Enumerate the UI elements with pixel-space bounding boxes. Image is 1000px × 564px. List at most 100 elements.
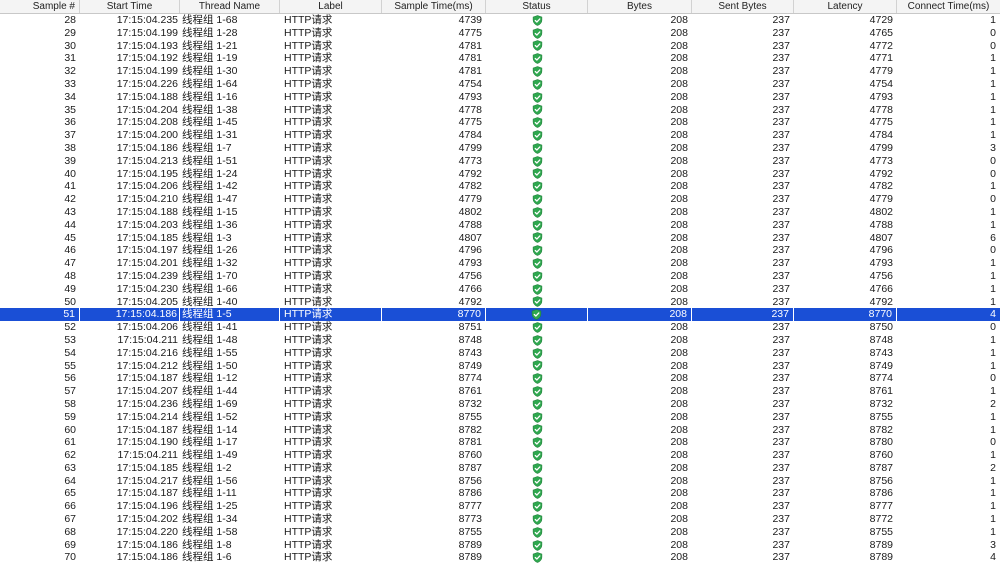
cell-thread-name: 线程组 1-26 — [182, 244, 238, 257]
table-row[interactable]: 32 17:15:04.199 线程组 1-30 HTTP请求 4781 208… — [0, 65, 1000, 78]
cell-sample-time: 4775 — [458, 116, 482, 129]
table-row[interactable]: 48 17:15:04.239 线程组 1-70 HTTP请求 4756 208… — [0, 270, 1000, 283]
cell-latency: 4773 — [869, 154, 893, 167]
table-row[interactable]: 47 17:15:04.201 线程组 1-32 HTTP请求 4793 208… — [0, 257, 1000, 270]
cell-sample-time: 8770 — [382, 308, 486, 322]
cell-sample-time: 8789 — [458, 551, 482, 564]
table-row[interactable]: 39 17:15:04.213 线程组 1-51 HTTP请求 4773 208… — [0, 155, 1000, 168]
success-shield-icon — [532, 27, 542, 39]
cell-connect-time: 1 — [990, 359, 996, 372]
table-row[interactable]: 60 17:15:04.187 线程组 1-14 HTTP请求 8782 208… — [0, 424, 1000, 437]
success-shield-icon — [532, 130, 542, 141]
table-row[interactable]: 46 17:15:04.197 线程组 1-26 HTTP请求 4796 208… — [0, 244, 1000, 257]
cell-label: HTTP请求 — [284, 461, 333, 474]
column-header-status[interactable]: Status — [486, 0, 588, 13]
cell-sample-time: 8749 — [458, 359, 482, 372]
cell-status — [486, 193, 588, 206]
table-row[interactable]: 30 17:15:04.193 线程组 1-21 HTTP请求 4781 208… — [0, 40, 1000, 53]
results-table[interactable]: Sample # Start Time Thread Name Label Sa… — [0, 0, 1000, 564]
cell-thread-name: 线程组 1-25 — [182, 500, 238, 513]
table-row[interactable]: 63 17:15:04.185 线程组 1-2 HTTP请求 8787 208 … — [0, 462, 1000, 475]
table-row[interactable]: 44 17:15:04.203 线程组 1-36 HTTP请求 4788 208… — [0, 219, 1000, 232]
column-header-bytes[interactable]: Bytes — [588, 0, 692, 13]
table-row[interactable]: 38 17:15:04.186 线程组 1-7 HTTP请求 4799 208 … — [0, 142, 1000, 155]
table-row[interactable]: 37 17:15:04.200 线程组 1-31 HTTP请求 4784 208… — [0, 129, 1000, 142]
cell-bytes: 208 — [670, 180, 688, 193]
cell-start-time: 17:15:04.201 — [116, 257, 178, 270]
table-row[interactable]: 69 17:15:04.186 线程组 1-8 HTTP请求 8789 208 … — [0, 539, 1000, 552]
cell-connect-time: 2 — [990, 461, 996, 474]
table-row[interactable]: 62 17:15:04.211 线程组 1-49 HTTP请求 8760 208… — [0, 449, 1000, 462]
column-header-latency[interactable]: Latency — [794, 0, 897, 13]
cell-thread-name: 线程组 1-36 — [182, 218, 238, 231]
column-header-sample-time[interactable]: Sample Time(ms) — [382, 0, 486, 13]
table-row[interactable]: 70 17:15:04.186 线程组 1-6 HTTP请求 8789 208 … — [0, 551, 1000, 564]
column-header-sample[interactable]: Sample # — [0, 0, 80, 13]
cell-latency: 8789 — [869, 551, 893, 564]
table-row[interactable]: 66 17:15:04.196 线程组 1-25 HTTP请求 8777 208… — [0, 500, 1000, 513]
column-header-label[interactable]: Label — [280, 0, 382, 13]
cell-label: HTTP请求 — [284, 397, 333, 410]
cell-label: HTTP请求 — [284, 487, 333, 500]
table-row[interactable]: 35 17:15:04.204 线程组 1-38 HTTP请求 4778 208… — [0, 104, 1000, 117]
table-row[interactable]: 68 17:15:04.220 线程组 1-58 HTTP请求 8755 208… — [0, 526, 1000, 539]
table-row[interactable]: 50 17:15:04.205 线程组 1-40 HTTP请求 4792 208… — [0, 296, 1000, 309]
table-row[interactable]: 31 17:15:04.192 线程组 1-19 HTTP请求 4781 208… — [0, 52, 1000, 65]
table-row-selected[interactable]: 51 17:15:04.186 线程组 1-5 HTTP请求 8770 208 … — [0, 308, 1000, 322]
table-row[interactable]: 34 17:15:04.188 线程组 1-16 HTTP请求 4793 208… — [0, 91, 1000, 104]
cell-label: HTTP请求 — [284, 436, 333, 449]
cell-sample-time: 8787 — [458, 461, 482, 474]
cell-sample: 50 — [64, 295, 76, 308]
table-row[interactable]: 59 17:15:04.214 线程组 1-52 HTTP请求 8755 208… — [0, 411, 1000, 424]
table-row[interactable]: 61 17:15:04.190 线程组 1-17 HTTP请求 8781 208… — [0, 436, 1000, 449]
cell-bytes: 208 — [670, 90, 688, 103]
column-header-connect-time[interactable]: Connect Time(ms) — [897, 0, 1000, 13]
cell-latency: 4775 — [869, 116, 893, 129]
cell-label: HTTP请求 — [284, 551, 333, 564]
cell-connect-time: 1 — [990, 103, 996, 116]
cell-label: HTTP请求 — [284, 295, 333, 308]
table-row[interactable]: 58 17:15:04.236 线程组 1-69 HTTP请求 8732 208… — [0, 398, 1000, 411]
cell-thread-name: 线程组 1-44 — [182, 385, 238, 398]
table-row[interactable]: 42 17:15:04.210 线程组 1-47 HTTP请求 4779 208… — [0, 193, 1000, 206]
table-row[interactable]: 64 17:15:04.217 线程组 1-56 HTTP请求 8756 208… — [0, 475, 1000, 488]
cell-label: HTTP请求 — [284, 77, 333, 90]
cell-sent-bytes: 237 — [772, 551, 790, 564]
cell-sample: 58 — [64, 397, 76, 410]
table-row[interactable]: 67 17:15:04.202 线程组 1-34 HTTP请求 8773 208… — [0, 513, 1000, 526]
table-row[interactable]: 57 17:15:04.207 线程组 1-44 HTTP请求 8761 208… — [0, 385, 1000, 398]
table-row[interactable]: 65 17:15:04.187 线程组 1-11 HTTP请求 8786 208… — [0, 487, 1000, 500]
cell-label: HTTP请求 — [284, 474, 333, 487]
column-header-start-time[interactable]: Start Time — [80, 0, 180, 13]
table-row[interactable]: 41 17:15:04.206 线程组 1-42 HTTP请求 4782 208… — [0, 180, 1000, 193]
table-row[interactable]: 49 17:15:04.230 线程组 1-66 HTTP请求 4766 208… — [0, 283, 1000, 296]
cell-label: HTTP请求 — [284, 423, 333, 436]
cell-latency: 4782 — [869, 180, 893, 193]
cell-latency: 4779 — [869, 193, 893, 206]
table-row[interactable]: 54 17:15:04.216 线程组 1-55 HTTP请求 8743 208… — [0, 347, 1000, 360]
table-row[interactable]: 28 17:15:04.235 线程组 1-68 HTTP请求 4739 208… — [0, 14, 1000, 27]
column-header-sent-bytes[interactable]: Sent Bytes — [692, 0, 794, 13]
cell-label: HTTP请求 — [284, 410, 333, 423]
table-row[interactable]: 55 17:15:04.212 线程组 1-50 HTTP请求 8749 208… — [0, 360, 1000, 373]
table-row[interactable]: 53 17:15:04.211 线程组 1-48 HTTP请求 8748 208… — [0, 334, 1000, 347]
table-row[interactable]: 33 17:15:04.226 线程组 1-64 HTTP请求 4754 208… — [0, 78, 1000, 91]
cell-bytes: 208 — [670, 167, 688, 180]
column-header-thread-name[interactable]: Thread Name — [180, 0, 280, 13]
cell-thread-name: 线程组 1-47 — [182, 193, 238, 206]
cell-sent-bytes: 237 — [772, 205, 790, 218]
table-row[interactable]: 43 17:15:04.188 线程组 1-15 HTTP请求 4802 208… — [0, 206, 1000, 219]
table-row[interactable]: 45 17:15:04.185 线程组 1-3 HTTP请求 4807 208 … — [0, 232, 1000, 245]
table-row[interactable]: 29 17:15:04.199 线程组 1-28 HTTP请求 4775 208… — [0, 27, 1000, 40]
table-row[interactable]: 56 17:15:04.187 线程组 1-12 HTTP请求 8774 208… — [0, 372, 1000, 385]
cell-bytes: 208 — [670, 14, 688, 26]
table-row[interactable]: 52 17:15:04.206 线程组 1-41 HTTP请求 8751 208… — [0, 321, 1000, 334]
cell-thread-name: 线程组 1-52 — [182, 410, 238, 423]
table-row[interactable]: 40 17:15:04.195 线程组 1-24 HTTP请求 4792 208… — [0, 168, 1000, 181]
cell-label: HTTP请求 — [284, 333, 333, 346]
cell-sample: 28 — [64, 14, 76, 26]
cell-thread-name: 线程组 1-19 — [182, 52, 238, 65]
cell-sample-time: 8748 — [458, 333, 482, 346]
cell-thread-name: 线程组 1-15 — [182, 205, 238, 218]
table-row[interactable]: 36 17:15:04.208 线程组 1-45 HTTP请求 4775 208… — [0, 116, 1000, 129]
